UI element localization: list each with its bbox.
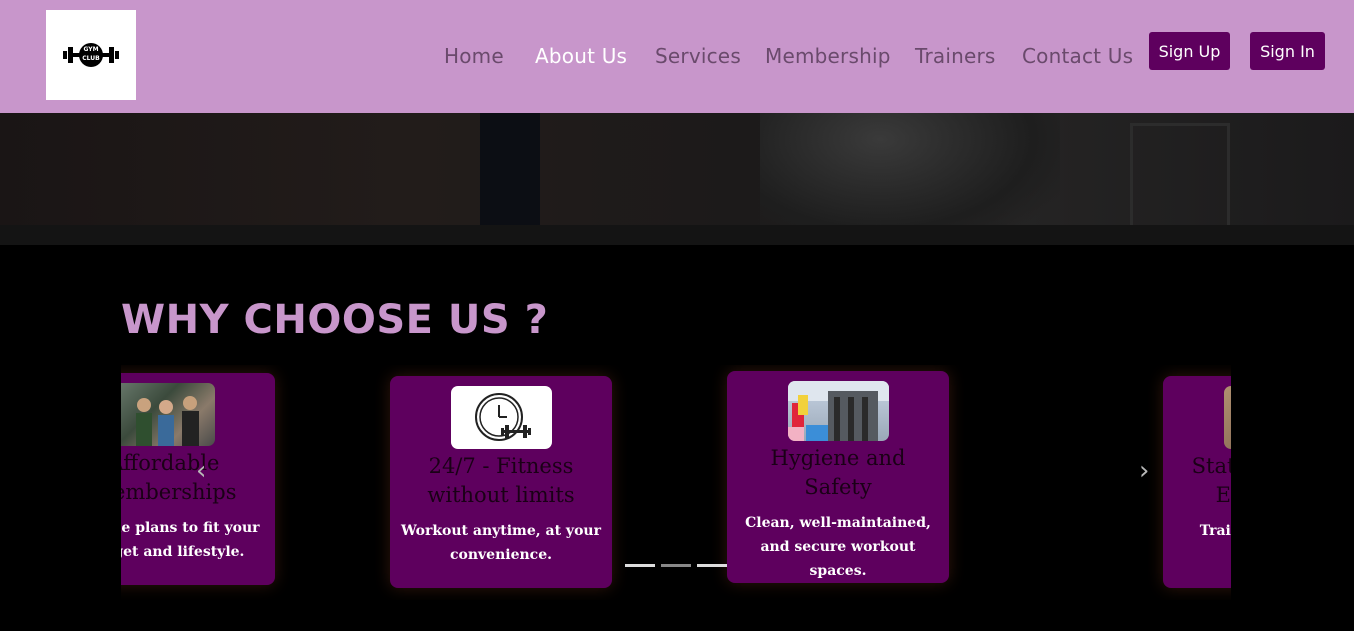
carousel-next-icon[interactable]: ›	[1139, 456, 1149, 486]
card-title: 24/7 - Fitness without limits	[427, 454, 575, 507]
carousel-indicator-1[interactable]	[625, 564, 655, 567]
equipment-photo	[1223, 386, 1231, 449]
feature-card: Hygiene and Safety Clean, well-maintaine…	[727, 371, 949, 583]
nav-contact-us[interactable]: Contact Us	[1022, 44, 1133, 68]
people-meeting-photo	[121, 383, 215, 446]
hero-equipment	[1130, 123, 1230, 233]
site-header: GYM CLUB Home About Us Services Membersh…	[0, 0, 1354, 113]
nav-about-us[interactable]: About Us	[535, 44, 627, 68]
nav-membership[interactable]: Membership	[765, 44, 891, 68]
section-title: WHY CHOOSE US ?	[121, 297, 549, 343]
gym-cleaning-photo	[787, 381, 889, 441]
feature-card: State of the Art Equipment Train with th…	[1163, 376, 1231, 588]
carousel-indicator-3[interactable]	[697, 564, 727, 567]
carousel-indicator-2[interactable]	[661, 564, 691, 567]
card-text: Flexible plans to fit your budget and li…	[121, 520, 260, 560]
clock-dumbbell-icon	[450, 386, 552, 449]
card-text: Train with the best machines.	[1199, 523, 1231, 539]
hero-floor	[0, 225, 1354, 245]
card-title: Hygiene and Safety	[770, 446, 906, 499]
hero-image	[0, 113, 1354, 245]
card-title: Affordable Memberships	[121, 451, 237, 504]
card-text: Workout anytime, at your convenience.	[401, 523, 601, 563]
carousel-prev-icon[interactable]: ‹	[196, 456, 206, 486]
carousel-indicators	[625, 564, 727, 567]
feature-card: 24/7 - Fitness without limits Workout an…	[390, 376, 612, 588]
card-text: Clean, well-maintained, and secure worko…	[745, 515, 931, 579]
sign-up-button[interactable]: Sign Up	[1149, 32, 1230, 70]
sign-in-button[interactable]: Sign In	[1250, 32, 1325, 70]
nav-services[interactable]: Services	[655, 44, 741, 68]
nav-trainers[interactable]: Trainers	[915, 44, 996, 68]
nav-home[interactable]: Home	[444, 44, 504, 68]
main-nav: Home About Us Services Membership Traine…	[0, 0, 1354, 113]
card-title: State of the Art Equipment	[1191, 454, 1231, 507]
